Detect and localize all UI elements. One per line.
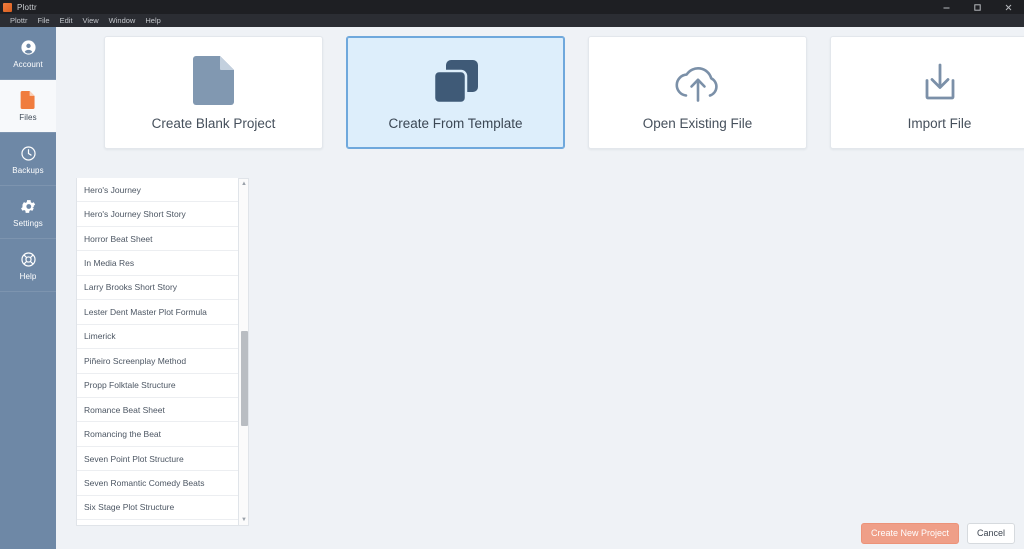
- card-create-blank-project[interactable]: Create Blank Project: [104, 36, 323, 149]
- list-item[interactable]: Romance Beat Sheet: [77, 398, 238, 423]
- list-item[interactable]: Hero's Journey Short Story: [77, 202, 238, 227]
- sidebar-item-label: Settings: [13, 218, 43, 228]
- list-item[interactable]: Propp Folktale Structure: [77, 374, 238, 398]
- cloud-upload-icon: [672, 55, 724, 105]
- sidebar: Account Files Backups Settings Help: [0, 27, 56, 549]
- sidebar-item-label: Files: [19, 112, 37, 122]
- sidebar-item-backups[interactable]: Backups: [0, 133, 56, 186]
- sidebar-item-settings[interactable]: Settings: [0, 186, 56, 239]
- card-create-from-template[interactable]: Create From Template: [346, 36, 565, 149]
- menu-bar: Plottr File Edit View Window Help: [0, 14, 1024, 27]
- list-item[interactable]: Hero's Journey: [77, 178, 238, 203]
- scroll-down-arrow-icon[interactable]: ▼: [239, 515, 249, 525]
- user-circle-icon: [20, 38, 37, 57]
- card-open-existing-file[interactable]: Open Existing File: [588, 36, 807, 149]
- cancel-button[interactable]: Cancel: [966, 523, 1015, 544]
- sidebar-item-files[interactable]: Files: [0, 80, 56, 133]
- list-item[interactable]: Seven Point Plot Structure: [77, 447, 238, 472]
- import-tray-icon: [918, 55, 962, 105]
- sidebar-item-label: Help: [19, 271, 37, 281]
- template-list-scrollbar[interactable]: ▲ ▼: [239, 178, 249, 526]
- list-item[interactable]: Larry Brooks Short Story: [77, 276, 238, 301]
- menu-item-view[interactable]: View: [78, 14, 104, 27]
- sidebar-item-account[interactable]: Account: [0, 27, 56, 80]
- list-item[interactable]: Horror Beat Sheet: [77, 227, 238, 252]
- card-label: Open Existing File: [642, 115, 753, 131]
- scrollbar-thumb[interactable]: [240, 331, 248, 426]
- gear-icon: [20, 197, 37, 216]
- close-icon[interactable]: [993, 0, 1024, 14]
- minimize-icon[interactable]: [931, 0, 962, 14]
- list-item[interactable]: Limerick: [77, 325, 238, 350]
- clock-icon: [20, 144, 37, 163]
- card-label: Create From Template: [388, 115, 523, 131]
- menu-item-window[interactable]: Window: [104, 14, 141, 27]
- menu-item-edit[interactable]: Edit: [55, 14, 78, 27]
- card-import-file[interactable]: Import File: [830, 36, 1024, 149]
- title-bar: Plottr: [0, 0, 1024, 14]
- scroll-up-arrow-icon[interactable]: ▲: [239, 179, 249, 189]
- copy-stack-icon: [432, 55, 479, 105]
- file-icon: [20, 91, 36, 110]
- list-item[interactable]: In Media Res: [77, 251, 238, 276]
- list-item[interactable]: Romancing the Beat: [77, 422, 238, 447]
- card-label: Create Blank Project: [151, 115, 276, 131]
- template-list-panel: Hero's Journey Hero's Journey Short Stor…: [76, 178, 256, 526]
- card-label: Import File: [907, 115, 972, 131]
- list-item[interactable]: Piñeiro Screenplay Method: [77, 349, 238, 374]
- create-new-project-button[interactable]: Create New Project: [860, 523, 959, 544]
- document-icon: [193, 55, 234, 105]
- list-item[interactable]: Seven Romantic Comedy Beats: [77, 471, 238, 496]
- window-controls: [931, 0, 1024, 14]
- menu-item-plottr[interactable]: Plottr: [5, 14, 33, 27]
- menu-item-file[interactable]: File: [33, 14, 55, 27]
- list-item[interactable]: Six Stage Plot Structure: [77, 496, 238, 521]
- sidebar-item-help[interactable]: Help: [0, 239, 56, 292]
- template-list[interactable]: Hero's Journey Hero's Journey Short Stor…: [76, 178, 239, 526]
- project-action-cards: Create Blank Project Create From Templat…: [104, 36, 1024, 149]
- window-title: Plottr: [17, 2, 37, 12]
- dialog-footer: Create New Project Cancel: [860, 523, 1015, 544]
- life-ring-icon: [20, 250, 37, 269]
- plottr-window: Plottr Plottr File Edit View Window Help: [0, 0, 1024, 549]
- main-content: Create Blank Project Create From Templat…: [56, 27, 1024, 549]
- list-item[interactable]: Lester Dent Master Plot Formula: [77, 300, 238, 325]
- sidebar-item-label: Account: [13, 59, 43, 69]
- sidebar-item-label: Backups: [12, 165, 44, 175]
- menu-item-help[interactable]: Help: [140, 14, 165, 27]
- plottr-logo-icon: [3, 2, 12, 12]
- maximize-icon[interactable]: [962, 0, 993, 14]
